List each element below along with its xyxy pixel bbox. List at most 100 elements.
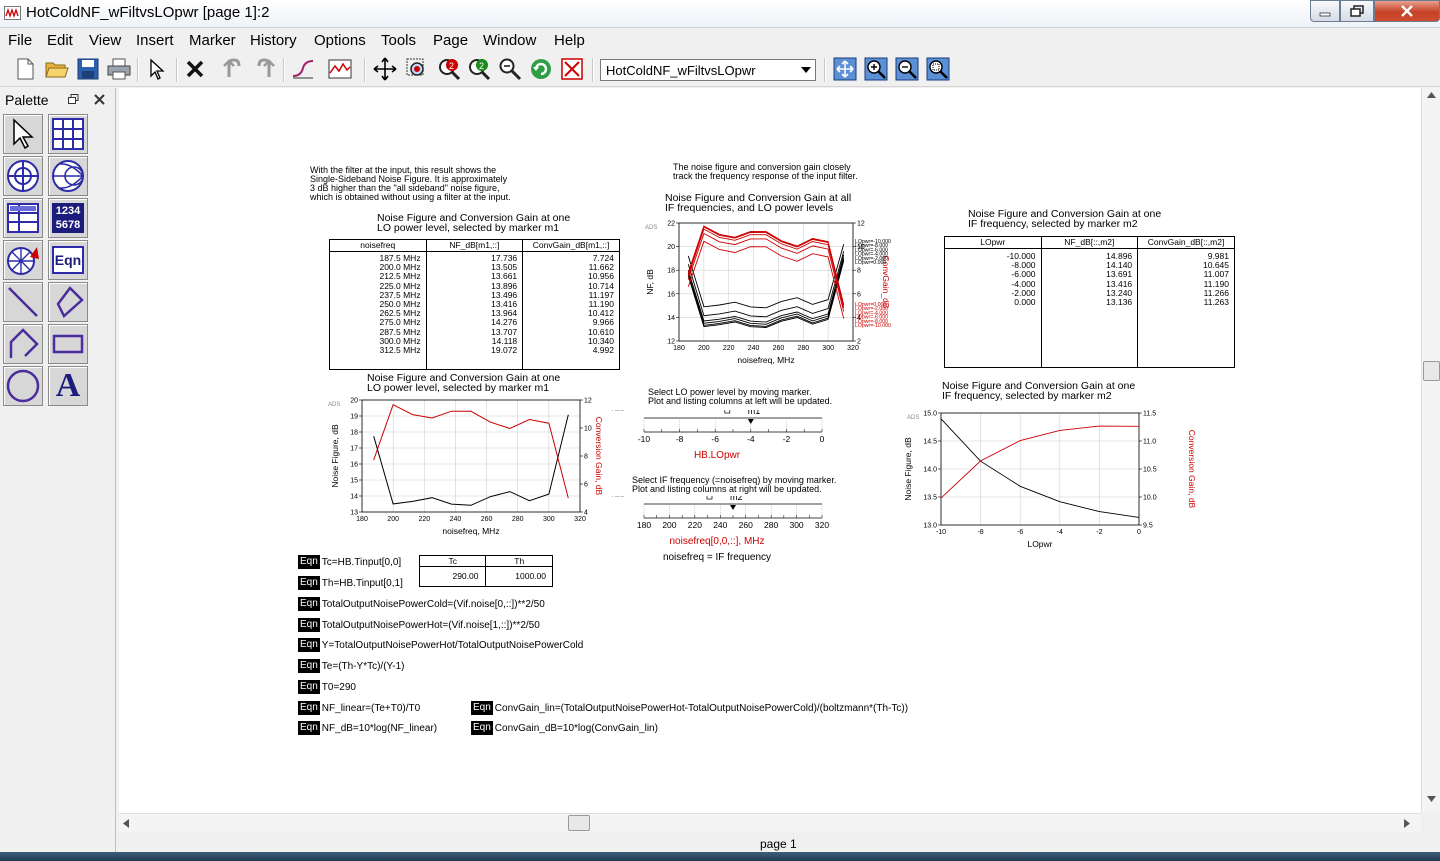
trace-button[interactable] [290, 56, 316, 82]
y2-tick-label: 9.5 [1143, 523, 1153, 530]
vertical-scrollbar[interactable] [1421, 88, 1440, 813]
scroll-right-icon[interactable] [1404, 819, 1410, 828]
palette-polar-plot[interactable] [3, 156, 43, 196]
scroll-up-icon[interactable] [1427, 92, 1436, 98]
palette-smith-chart[interactable] [48, 156, 88, 196]
eqn-badge: Eqn [298, 576, 320, 590]
lo-power-slider[interactable]: ADS -10 -8 -6 -4 -2 0 m1 HB.LOpwr [607, 410, 837, 470]
palette-polygon[interactable] [48, 282, 88, 322]
menu-page[interactable]: Page [433, 32, 468, 49]
restore-button[interactable] [1340, 0, 1374, 22]
if-frequency-slider[interactable]: ADS 180 200 220 240 260 280 300 320 m2 noisefreq[0… [607, 496, 837, 576]
cancel-icon [561, 58, 583, 80]
print-button[interactable] [106, 56, 132, 82]
menu-marker[interactable]: Marker [189, 32, 236, 49]
float-icon[interactable] [68, 94, 79, 105]
palette-line[interactable] [3, 282, 43, 322]
slider-tick-label: 300 [789, 520, 803, 530]
palette-polyline[interactable] [3, 324, 43, 364]
save-button[interactable] [75, 56, 101, 82]
select-tool-button[interactable] [144, 56, 170, 82]
palette-numeric-display[interactable]: 1234 5678 [48, 198, 88, 238]
menu-view[interactable]: View [89, 32, 121, 49]
vertical-scroll-thumb[interactable] [1423, 361, 1440, 381]
scroll-down-icon[interactable] [1427, 796, 1436, 802]
rectangle-icon [52, 334, 84, 354]
zoom-area-button[interactable] [404, 56, 430, 82]
view-zoom-out-button[interactable] [894, 56, 920, 82]
new-file-button[interactable] [12, 56, 38, 82]
horizontal-scroll-thumb[interactable] [568, 815, 590, 831]
equation-tc[interactable]: Eqn Tc=HB.Tinput[0,0] [298, 554, 401, 570]
equation-t0[interactable]: Eqn T0=290 [298, 679, 356, 695]
menu-tools[interactable]: Tools [381, 32, 416, 49]
undo-button[interactable] [220, 56, 246, 82]
menu-bar: File Edit View Insert Marker History Opt… [0, 29, 1440, 51]
menu-insert[interactable]: Insert [136, 32, 174, 49]
plot-m1[interactable]: 180 200 220 240 260 280 300 320 13 14 15 16 17 18 19 20… [324, 393, 606, 545]
palette-rectangular-plot[interactable] [48, 114, 88, 154]
equation-hot-power[interactable]: Eqn TotalOutputNoisePowerHot=(Vif.noise[1… [298, 617, 540, 633]
palette-list[interactable] [3, 198, 43, 238]
view-zoom-area-button[interactable] [925, 56, 951, 82]
zoom-in-2x-button[interactable]: 2 [436, 56, 462, 82]
view-zoom-in-button[interactable] [863, 56, 889, 82]
scroll-left-icon[interactable] [123, 819, 129, 828]
palette-antenna-plot[interactable] [3, 240, 43, 280]
close-palette-icon[interactable] [94, 94, 105, 105]
palette-equation[interactable]: Eqn [48, 240, 88, 280]
equation-th[interactable]: Eqn Th=HB.Tinput[0,1] [298, 575, 403, 591]
plot-button[interactable] [327, 56, 353, 82]
view-zoom-in-icon [864, 57, 888, 81]
palette-rectangle[interactable] [48, 324, 88, 364]
menu-file[interactable]: File [8, 32, 32, 49]
palette-circle[interactable] [3, 366, 43, 406]
marker-triangle-icon [730, 505, 736, 510]
equation-nf-linear[interactable]: Eqn NF_linear=(Te+T0)/T0 [298, 700, 420, 716]
minimize-button[interactable] [1310, 0, 1340, 22]
menu-history[interactable]: History [250, 32, 297, 49]
equation-nf-db[interactable]: Eqn NF_dB=10*log(NF_linear) [298, 720, 437, 736]
zoom-button[interactable] [497, 56, 523, 82]
equation-te[interactable]: Eqn Te=(Th-Y*Tc)/(Y-1) [298, 658, 405, 674]
toolbar: 2 2 HotColdNF_wFiltvsLOpwr [0, 52, 1440, 87]
slider-tick-label: -8 [676, 434, 684, 444]
slider-tick-label: -2 [783, 434, 791, 444]
menu-options[interactable]: Options [314, 32, 366, 49]
redo-button[interactable] [252, 56, 278, 82]
equation-convgain-lin[interactable]: Eqn ConvGain_lin=(TotalOutputNoisePowerHo… [471, 700, 908, 716]
close-button[interactable] [1374, 0, 1440, 22]
y-tick-label: 13.0 [923, 523, 937, 530]
slider-tick-label: 0 [820, 434, 825, 444]
equation-cold-power[interactable]: Eqn TotalOutputNoisePowerCold=(Vif.noise[… [298, 596, 545, 612]
zoom-out-2x-button[interactable]: 2 [466, 56, 492, 82]
palette-select-pointer[interactable] [3, 114, 43, 154]
data-display-canvas[interactable]: With the filter at the input, this resul… [119, 88, 1421, 813]
equation-y[interactable]: Eqn Y=TotalOutputNoisePowerHot/TotalOutpu… [298, 637, 583, 653]
menu-help[interactable]: Help [554, 32, 585, 49]
refresh-button[interactable] [528, 56, 554, 82]
x-tick-label: 200 [698, 345, 710, 352]
menu-window[interactable]: Window [483, 32, 536, 49]
y-tick-label: 13.5 [923, 495, 937, 502]
menu-edit[interactable]: Edit [47, 32, 73, 49]
lo-marker-note: Select LO power level by moving marker. P… [648, 387, 833, 406]
x-tick-label: -10 [936, 529, 946, 536]
pan-button[interactable] [372, 56, 398, 82]
plot-all-freq-lo[interactable]: 180 200 220 240 260 280 300 3201214161820222468… [639, 218, 909, 374]
palette-text[interactable]: A [48, 366, 88, 406]
horizontal-scrollbar[interactable] [119, 813, 1421, 832]
delete-button[interactable] [182, 56, 208, 82]
plot-m2[interactable]: -10 -8 -6 -4 -2 0 13.0 13.5 14.0 14.5 15.0 9.5 10.0 1… [899, 406, 1199, 566]
page-select[interactable]: HotColdNF_wFiltvsLOpwr [600, 59, 816, 81]
stop-button[interactable] [559, 56, 585, 82]
view-all-button[interactable] [832, 56, 858, 82]
polyline-icon [9, 328, 39, 358]
equation-convgain-db[interactable]: Eqn ConvGain_dB=10*log(ConvGain_lin) [471, 720, 658, 736]
ads-label: ADS [328, 402, 340, 408]
app-icon[interactable] [4, 6, 21, 20]
x-tick-label: 240 [748, 345, 760, 352]
y2-tick-label: 12 [584, 398, 592, 405]
zoom-in-icon: 2 [439, 59, 461, 81]
open-button[interactable] [44, 56, 70, 82]
